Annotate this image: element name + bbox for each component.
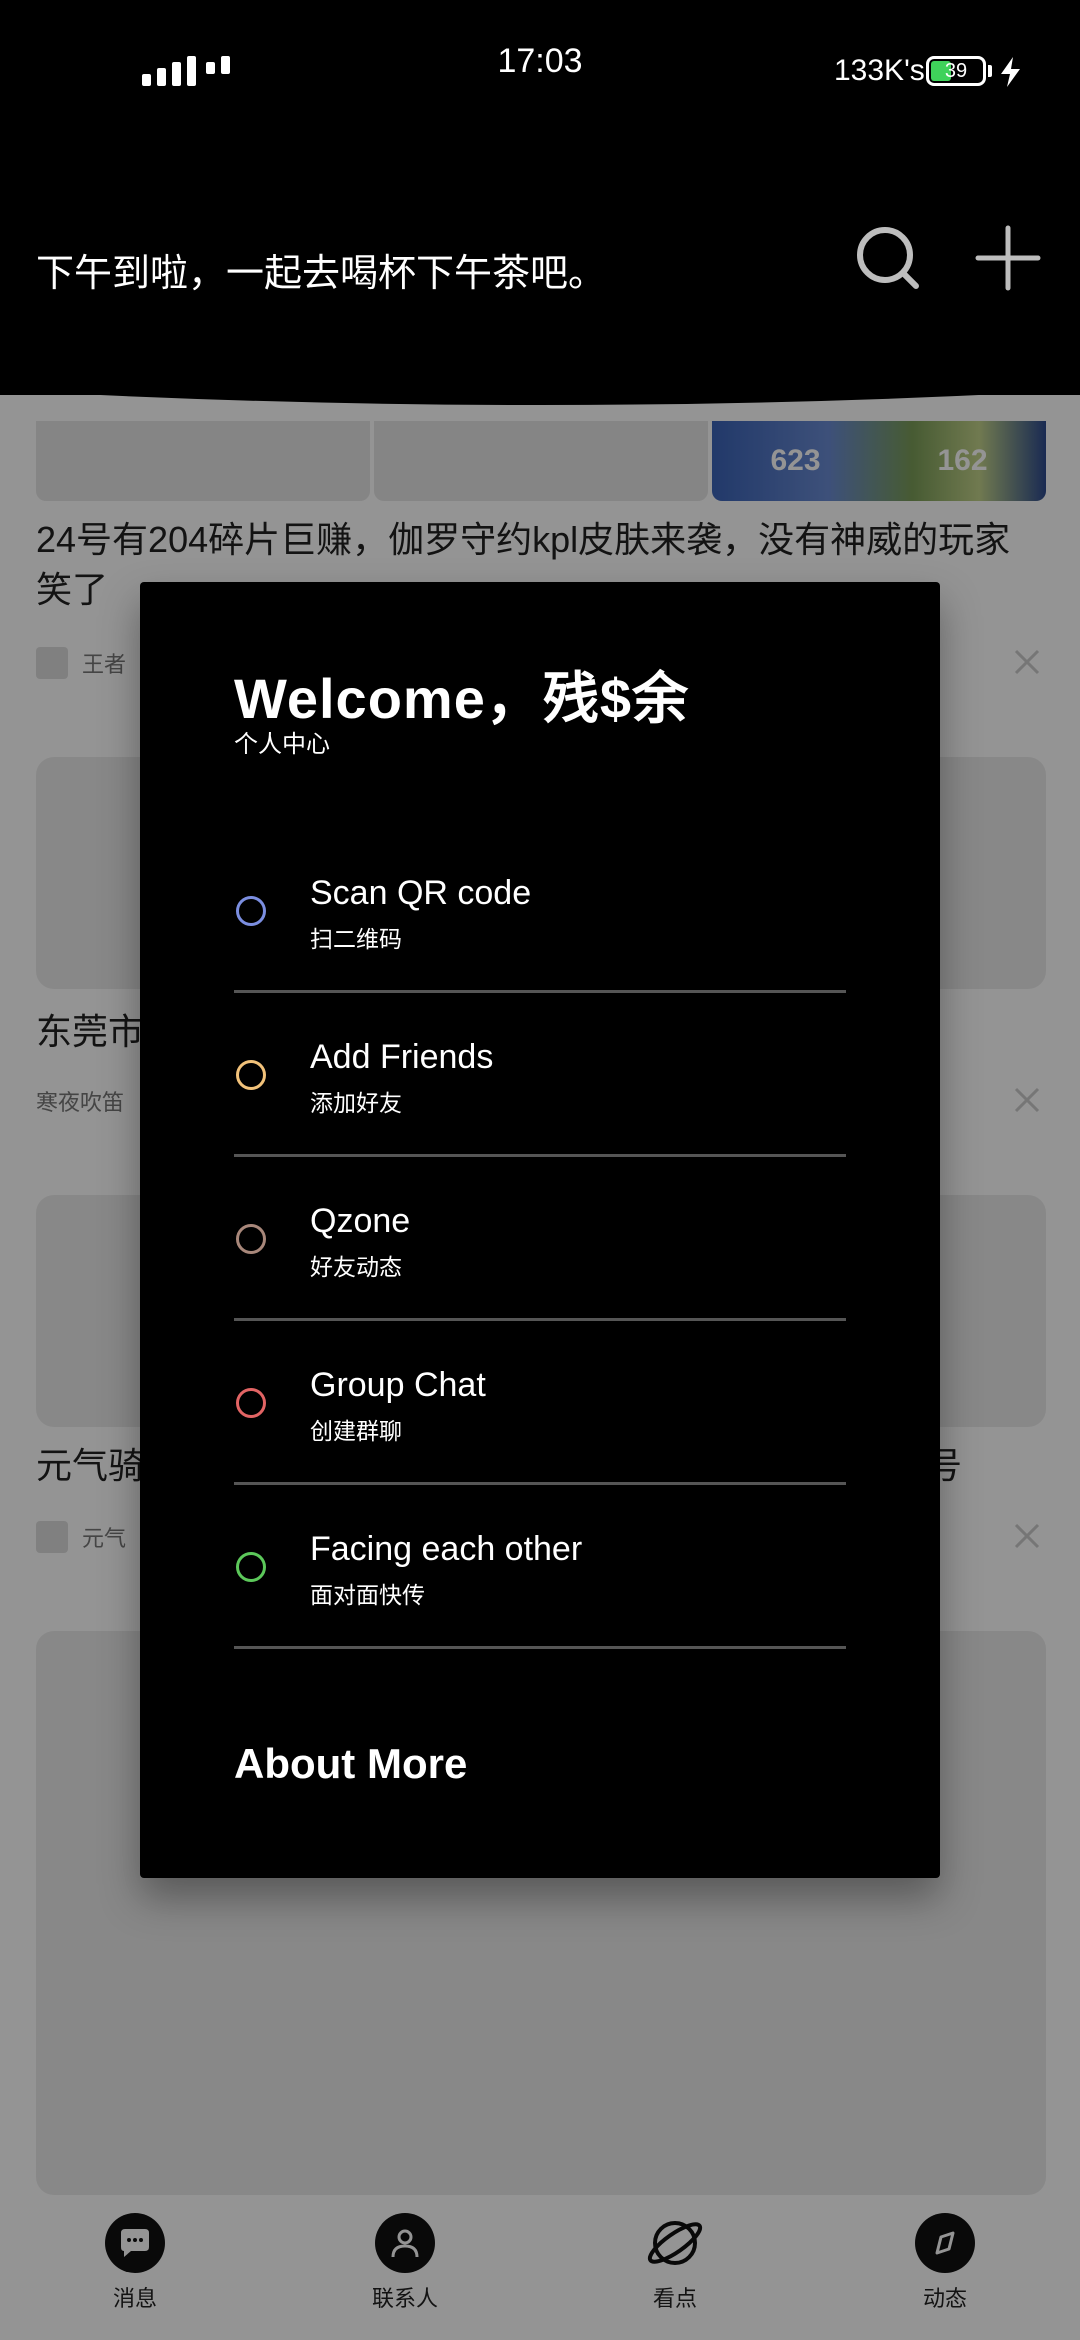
menu-item-sub: 面对面快传 (310, 1582, 425, 1608)
menu-item-label: Qzone (310, 1202, 411, 1240)
menu-item-scan-qr[interactable]: Scan QR code 扫二维码 (234, 848, 846, 1012)
battery-icon: 39 (926, 56, 986, 86)
welcome-subtitle: 个人中心 (234, 731, 330, 758)
status-bar: 17:03 133K's 39 (0, 0, 1080, 481)
personal-center-dialog: Welcome，残$余 个人中心 Scan QR code 扫二维码 Add F… (140, 582, 940, 1878)
divider (234, 1318, 846, 1321)
greeting-text: 下午到啦，一起去喝杯下午茶吧。 (36, 253, 607, 295)
about-more-link[interactable]: About More (234, 1740, 467, 1788)
search-icon[interactable] (852, 222, 924, 294)
divider (234, 990, 846, 993)
menu-item-label: Scan QR code (310, 874, 532, 912)
circle-icon (236, 1552, 266, 1582)
menu-item-add-friends[interactable]: Add Friends 添加好友 (234, 1012, 846, 1176)
menu-item-label: Group Chat (310, 1366, 486, 1404)
menu-item-sub: 扫二维码 (310, 926, 402, 952)
menu-item-sub: 好友动态 (310, 1254, 402, 1280)
menu-item-qzone[interactable]: Qzone 好友动态 (234, 1176, 846, 1340)
top-header: 17:03 133K's 39 下午到啦，一起去喝杯下午茶吧。 (0, 0, 1080, 481)
menu-item-sub: 创建群聊 (310, 1418, 402, 1444)
circle-icon (236, 1060, 266, 1090)
menu-item-sub: 添加好友 (310, 1090, 402, 1116)
circle-icon (236, 1388, 266, 1418)
divider (234, 1482, 846, 1485)
menu-item-face-to-face[interactable]: Facing each other 面对面快传 (234, 1504, 846, 1668)
network-speed: 133K's (834, 54, 925, 87)
divider (234, 1646, 846, 1649)
plus-icon[interactable] (972, 222, 1044, 294)
circle-icon (236, 896, 266, 926)
circle-icon (236, 1224, 266, 1254)
menu-item-group-chat[interactable]: Group Chat 创建群聊 (234, 1340, 846, 1504)
battery-tip (988, 65, 992, 77)
menu-item-label: Add Friends (310, 1038, 494, 1076)
battery-level: 39 (944, 60, 968, 82)
welcome-title: Welcome，残$余 (234, 667, 689, 730)
charging-bolt-icon (1001, 57, 1020, 87)
divider (234, 1154, 846, 1157)
menu-item-label: Facing each other (310, 1530, 583, 1568)
